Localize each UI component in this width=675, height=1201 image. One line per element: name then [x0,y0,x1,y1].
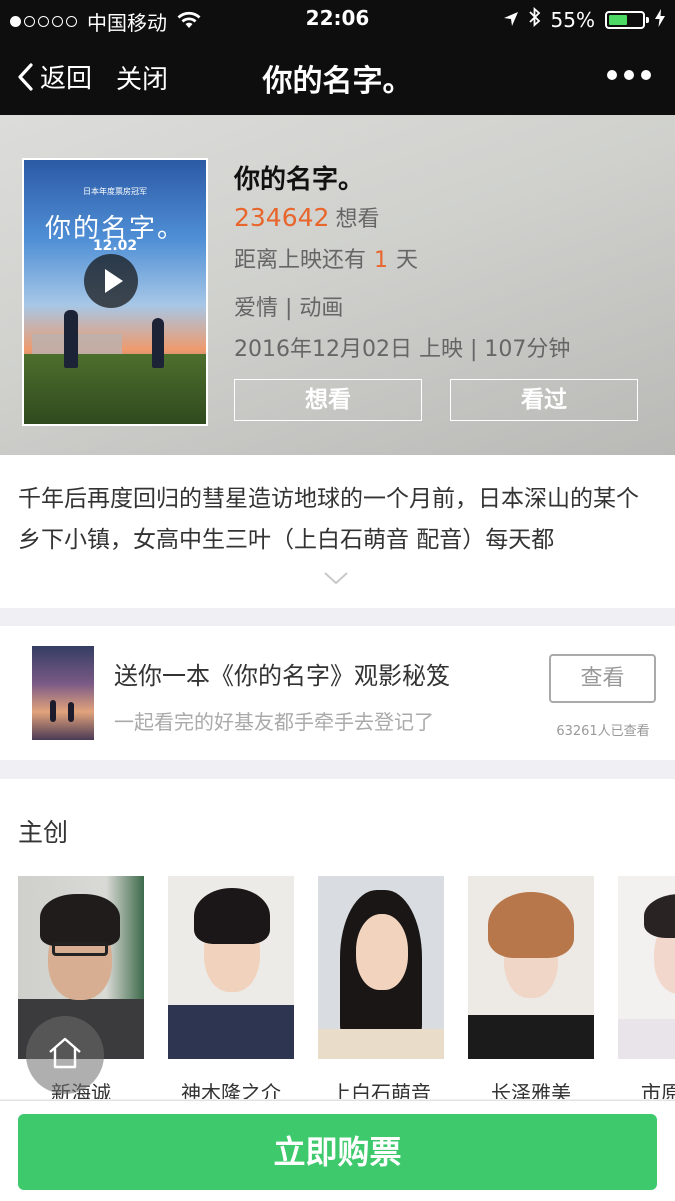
wants-label: 想看 [335,207,380,232]
cast-name: 市原悦子 [641,1081,675,1099]
charging-bolt-icon [655,8,665,32]
play-trailer-button[interactable] [84,254,138,308]
status-right: 55% [503,6,665,32]
cast-name: 神木隆之介 [181,1081,281,1099]
cast-member[interactable]: 神木隆之介 [168,876,294,1099]
release-days: 1 [374,248,389,273]
cast-name: 上白石萌音 [331,1081,431,1099]
buy-bar: 立即购票 [0,1100,675,1201]
want-to-see-button[interactable]: 想看 [234,379,422,421]
promo-title: 送你一本《你的名字》观影秘笈 [114,662,450,690]
cast-member[interactable]: 长泽雅美 [468,876,594,1099]
release-prefix: 距离上映还有 [234,248,367,273]
wants-count: 234642 [234,203,330,232]
cast-member[interactable]: 上白石萌音 [318,876,444,1099]
wants-count-row: 234642 想看 [234,201,379,233]
view-count: 63261人已查看 [556,724,650,739]
battery-percent: 55% [550,7,595,32]
bluetooth-icon [528,6,541,32]
movie-poster[interactable]: 日本年度票房冠军 你的名字。 12.02 [22,158,208,426]
battery-tip [646,16,649,23]
cast-photo [168,876,294,1059]
more-dot [607,70,617,80]
seen-button[interactable]: 看过 [450,379,638,421]
cast-photo [468,876,594,1059]
battery-level [609,14,627,25]
poster-figure [64,310,78,368]
poster-tagline: 日本年度票房冠军 [83,187,147,196]
home-float-button[interactable] [26,1016,104,1094]
battery-icon [605,10,649,29]
cast-photo [318,876,444,1059]
cast-photo [618,876,675,1059]
promo-card[interactable]: 送你一本《你的名字》观影秘笈 一起看完的好基友都手牵手去登记了 查看 63261… [0,626,675,760]
movie-genre: 爱情 | 动画 [234,296,344,321]
more-dots-icon[interactable] [607,70,651,80]
synopsis-section[interactable]: 千年后再度回归的彗星造访地球的一个月前，日本深山的某个乡下小镇，女高中生三叶（上… [0,455,675,608]
home-icon [49,1037,81,1069]
promo-thumbnail [32,646,94,740]
buy-ticket-button[interactable]: 立即购票 [18,1114,657,1190]
cast-list[interactable]: 新海诚 神木隆之介 上白石萌音 长泽雅美 [18,876,675,1099]
status-bar: 中国移动 22:06 55% [0,0,675,38]
synopsis-text: 千年后再度回归的彗星造访地球的一个月前，日本深山的某个乡下小镇，女高中生三叶（上… [18,486,639,553]
poster-hill [24,354,206,424]
view-button[interactable]: 查看 [549,654,656,703]
release-suffix: 天 [396,248,419,273]
section-heading: 主创 [18,818,69,847]
cast-member[interactable]: 市原悦子 [618,876,675,1099]
poster-date: 12.02 [92,238,138,254]
chevron-down-icon[interactable] [323,571,349,585]
poster-figure [152,318,164,368]
location-arrow-icon [503,8,519,32]
movie-header: 日本年度票房冠军 你的名字。 12.02 你的名字。 234642 想看 距离上映… [0,115,675,455]
cast-name: 长泽雅美 [491,1081,571,1099]
movie-release-info: 2016年12月02日 上映 | 107分钟 [234,337,571,362]
more-dot [624,70,634,80]
page-title: 你的名字。 [262,64,413,99]
navigation-bar: 返回 关闭 你的名字。 [0,38,675,115]
more-dot [641,70,651,80]
release-countdown: 距离上映还有 1 天 [234,242,418,274]
movie-title: 你的名字。 [234,165,365,195]
promo-subtitle: 一起看完的好基友都手牵手去登记了 [114,710,434,734]
